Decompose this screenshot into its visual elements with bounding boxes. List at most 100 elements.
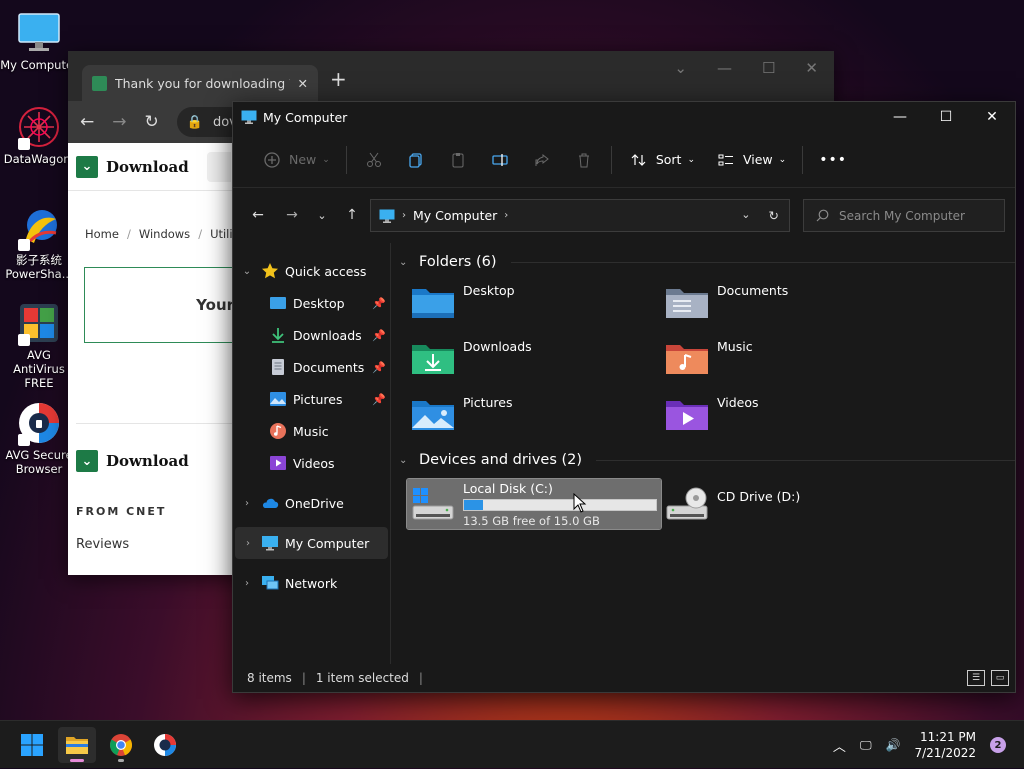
folder-pictures[interactable]: Pictures xyxy=(411,391,665,439)
desktop-icon-label: AVG Secure Browser xyxy=(5,448,73,476)
system-tray: ︿ 🖵 🔊 11:21 PM 7/21/2022 2 xyxy=(833,721,1024,769)
desktop-icon-powershadow[interactable]: 影子系统 PowerSha... xyxy=(0,205,78,281)
download-logo[interactable]: ⌄ Download xyxy=(76,155,189,178)
sidebar-item-quick-access[interactable]: ⌄ Quick access xyxy=(233,255,390,287)
back-arrow-icon[interactable]: ← xyxy=(80,112,94,132)
tiles-view-icon[interactable]: ▭ xyxy=(991,670,1009,686)
folder-desktop[interactable]: Desktop xyxy=(411,279,665,327)
pin-icon[interactable]: 📌 xyxy=(372,329,386,342)
maximize-button[interactable]: ☐ xyxy=(762,59,775,77)
desktop-icon-avg-secure-browser[interactable]: AVG Secure Browser xyxy=(0,400,78,476)
back-arrow-icon[interactable]: ← xyxy=(241,200,275,230)
explorer-titlebar[interactable]: My Computer — ☐ ✕ xyxy=(233,102,1015,132)
desktop-icon-my-computer[interactable]: My Computer xyxy=(0,10,78,72)
search-box[interactable]: Search My Computer xyxy=(803,199,1005,232)
pin-icon[interactable]: 📌 xyxy=(372,393,386,406)
pin-icon[interactable]: 📌 xyxy=(372,361,386,374)
browser-titlebar[interactable]: Thank you for downloading Win ✕ + ⌄ — ☐ … xyxy=(68,51,834,101)
sidebar-item-my-computer[interactable]: › My Computer xyxy=(235,527,388,559)
sort-button[interactable]: Sort ⌄ xyxy=(618,143,705,177)
chevron-right-icon: › xyxy=(402,210,406,221)
chevron-down-icon[interactable]: ⌄ xyxy=(233,266,261,277)
address-location[interactable]: My Computer xyxy=(413,208,497,223)
drive-usage-bar xyxy=(463,498,657,511)
details-view-icon[interactable]: ☰ xyxy=(967,670,985,686)
minimize-button[interactable]: — xyxy=(717,59,732,77)
sidebar-item-documents[interactable]: Documents 📌 xyxy=(233,351,390,383)
forward-arrow-icon[interactable]: → xyxy=(112,112,126,132)
clock[interactable]: 11:21 PM 7/21/2022 xyxy=(914,729,976,761)
chevron-down-icon[interactable]: ⌄ xyxy=(674,59,687,77)
folders-group-header[interactable]: ⌄ Folders (6) xyxy=(399,243,1015,275)
close-button[interactable]: ✕ xyxy=(805,59,818,77)
download-favicon-icon xyxy=(92,75,107,91)
copy-button[interactable] xyxy=(395,143,437,177)
chevron-down-icon[interactable]: ⌄ xyxy=(399,257,413,268)
sidebar-item-downloads[interactable]: Downloads 📌 xyxy=(233,319,390,351)
new-button[interactable]: New ⌄ xyxy=(251,143,340,177)
volume-icon[interactable]: 🔊 xyxy=(886,738,901,752)
network-status-icon[interactable]: 🖵 xyxy=(860,738,872,753)
breadcrumb-home[interactable]: Home xyxy=(85,227,119,241)
drive-local-disk-c[interactable]: Local Disk (C:) 13.5 GB free of 15.0 GB xyxy=(406,478,662,530)
sidebar-item-desktop[interactable]: Desktop 📌 xyxy=(233,287,390,319)
delete-button[interactable] xyxy=(563,143,605,177)
paste-button[interactable] xyxy=(437,143,479,177)
refresh-icon[interactable]: ↻ xyxy=(769,208,779,223)
folder-documents[interactable]: Documents xyxy=(665,279,919,327)
folder-downloads[interactable]: Downloads xyxy=(411,335,665,383)
devices-group-header[interactable]: ⌄ Devices and drives (2) xyxy=(399,441,1015,473)
sidebar-item-music[interactable]: Music xyxy=(233,415,390,447)
monitor-icon xyxy=(241,110,257,124)
minimize-button[interactable]: — xyxy=(877,102,923,132)
up-arrow-icon[interactable]: ↑ xyxy=(335,200,369,230)
chevron-down-icon: ⌄ xyxy=(322,154,330,165)
more-options-button[interactable]: ••• xyxy=(809,143,857,177)
rename-button[interactable] xyxy=(479,143,521,177)
drive-cd-d[interactable]: CD Drive (D:) xyxy=(661,479,915,529)
cut-button[interactable] xyxy=(353,143,395,177)
taskbar-chrome[interactable] xyxy=(102,727,140,763)
rename-icon xyxy=(489,149,511,171)
item-count: 8 items xyxy=(247,671,292,685)
file-explorer-window[interactable]: My Computer — ☐ ✕ New ⌄ Sort ⌄ View ⌄ ••… xyxy=(232,101,1016,693)
reviews-link[interactable]: Reviews xyxy=(76,537,129,552)
start-button[interactable] xyxy=(13,727,51,763)
command-bar: New ⌄ Sort ⌄ View ⌄ ••• xyxy=(233,132,1015,188)
sidebar-item-pictures[interactable]: Pictures 📌 xyxy=(233,383,390,415)
chevron-right-icon[interactable]: › xyxy=(233,578,261,589)
reload-icon[interactable]: ↻ xyxy=(145,112,159,132)
breadcrumb-windows[interactable]: Windows xyxy=(139,227,190,241)
folder-videos[interactable]: Videos xyxy=(665,391,919,439)
chevron-right-icon[interactable]: › xyxy=(233,498,261,509)
taskbar-file-explorer[interactable] xyxy=(58,727,96,763)
chevron-right-icon[interactable]: › xyxy=(504,210,508,221)
recent-locations-chevron-icon[interactable]: ⌄ xyxy=(309,200,335,230)
download-logo-footer[interactable]: ⌄ Download xyxy=(76,450,236,472)
chevron-up-icon[interactable]: ︿ xyxy=(833,736,846,755)
view-button[interactable]: View ⌄ xyxy=(705,143,796,177)
search-icon[interactable] xyxy=(206,151,231,182)
sidebar-item-videos[interactable]: Videos xyxy=(233,447,390,479)
maximize-button[interactable]: ☐ xyxy=(923,102,969,132)
browser-tab[interactable]: Thank you for downloading Win ✕ xyxy=(82,65,318,101)
chevron-right-icon[interactable]: › xyxy=(235,538,261,549)
desktop-icon-datawagon[interactable]: DataWagon. xyxy=(0,104,78,166)
share-button[interactable] xyxy=(521,143,563,177)
sidebar-item-onedrive[interactable]: › OneDrive xyxy=(233,487,390,519)
pin-icon[interactable]: 📌 xyxy=(372,297,386,310)
address-dropdown-icon[interactable]: ⌄ xyxy=(741,208,750,223)
chevron-down-icon[interactable]: ⌄ xyxy=(399,455,413,466)
close-button[interactable]: ✕ xyxy=(969,102,1015,132)
star-icon xyxy=(262,263,278,279)
desktop-icon-avg-antivirus[interactable]: AVG AntiVirus FREE xyxy=(0,300,78,390)
close-tab-icon[interactable]: ✕ xyxy=(298,76,308,91)
forward-arrow-icon[interactable]: → xyxy=(275,200,309,230)
folder-music[interactable]: Music xyxy=(665,335,919,383)
taskbar-avg-secure-browser[interactable] xyxy=(146,727,184,763)
notification-badge[interactable]: 2 xyxy=(990,737,1006,753)
search-input[interactable]: Search My Computer xyxy=(839,209,965,223)
address-bar[interactable]: › My Computer › ⌄ ↻ xyxy=(370,199,790,232)
new-tab-button[interactable]: + xyxy=(330,67,347,91)
sidebar-item-network[interactable]: › Network xyxy=(233,567,390,599)
